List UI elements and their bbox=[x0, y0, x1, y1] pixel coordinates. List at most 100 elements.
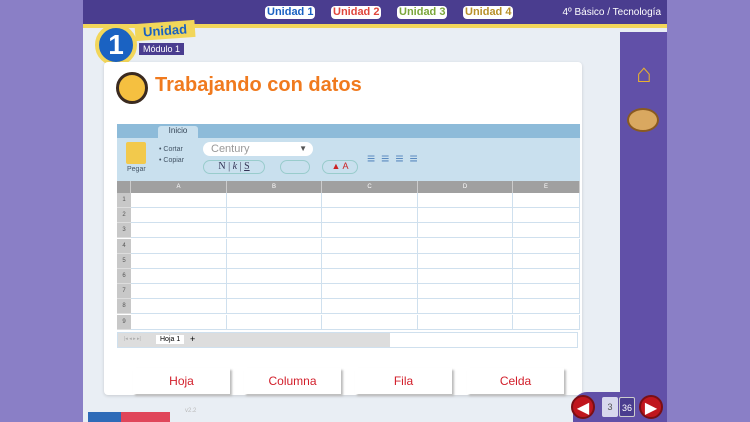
cell[interactable] bbox=[513, 299, 580, 315]
cell[interactable] bbox=[227, 299, 322, 315]
right-sidebar: ⌂ bbox=[620, 32, 667, 422]
italic-button[interactable]: k bbox=[233, 161, 237, 172]
row-header[interactable]: 6 bbox=[117, 269, 131, 284]
cell[interactable] bbox=[131, 238, 227, 254]
row-header[interactable]: 7 bbox=[117, 284, 131, 300]
cell[interactable] bbox=[227, 253, 322, 269]
app-window: Unidad 1 Unidad 2 Unidad 3 Unidad 4 4º B… bbox=[83, 0, 667, 422]
answer-celda-button[interactable]: Celda bbox=[467, 368, 564, 394]
row-header[interactable]: 2 bbox=[117, 208, 131, 224]
cell[interactable] bbox=[131, 284, 227, 300]
answer-columna-button[interactable]: Columna bbox=[244, 368, 341, 394]
cell[interactable] bbox=[131, 253, 227, 269]
unit-label: Unidad bbox=[134, 19, 196, 42]
progress-bar bbox=[88, 412, 170, 422]
cut-button[interactable]: • Cortar bbox=[159, 146, 183, 153]
column-header[interactable]: B bbox=[227, 181, 322, 193]
column-header[interactable]: A bbox=[131, 181, 227, 193]
answer-hoja-button[interactable]: Hoja bbox=[133, 368, 230, 394]
cell[interactable] bbox=[322, 238, 418, 254]
color-buttons[interactable]: ▲ A bbox=[322, 160, 358, 174]
page-title: Trabajando con datos bbox=[155, 74, 362, 96]
cell[interactable] bbox=[513, 193, 580, 208]
select-all-corner[interactable] bbox=[117, 181, 131, 193]
next-arrow-icon[interactable]: ▶ bbox=[639, 395, 663, 419]
cell[interactable] bbox=[418, 253, 513, 269]
sheet-tab-hoja1[interactable]: Hoja 1 bbox=[156, 335, 185, 344]
border-select[interactable] bbox=[280, 160, 310, 174]
column-header[interactable]: C bbox=[322, 181, 418, 193]
row-header[interactable]: 3 bbox=[117, 223, 131, 239]
text-style-group: N | k | S bbox=[203, 160, 265, 174]
cell[interactable] bbox=[131, 193, 227, 208]
cell[interactable] bbox=[131, 208, 227, 224]
paste-icon[interactable] bbox=[126, 142, 146, 164]
answer-fila-button[interactable]: Fila bbox=[355, 368, 452, 394]
align-buttons[interactable]: ≡≡≡≡ bbox=[367, 150, 424, 166]
cell[interactable] bbox=[322, 284, 418, 300]
cell[interactable] bbox=[227, 269, 322, 284]
cell[interactable] bbox=[418, 238, 513, 254]
copy-button[interactable]: • Copiar bbox=[159, 157, 184, 164]
column-header[interactable]: E bbox=[513, 181, 580, 193]
row-header[interactable]: 9 bbox=[117, 314, 131, 330]
sheet-nav-arrows[interactable]: |◂ ◂ ▸ ▸| bbox=[124, 336, 141, 342]
unit-1-link[interactable]: Unidad 1 bbox=[265, 6, 316, 19]
cell[interactable] bbox=[418, 314, 513, 330]
cell[interactable] bbox=[227, 238, 322, 254]
cell[interactable] bbox=[418, 269, 513, 284]
cell[interactable] bbox=[227, 193, 322, 208]
cell[interactable] bbox=[227, 314, 322, 330]
cell[interactable] bbox=[418, 299, 513, 315]
pagination: ◀ 3 36 ▶ bbox=[571, 392, 667, 422]
tab-inicio[interactable]: Inicio bbox=[158, 126, 198, 138]
module-label: Módulo 1 bbox=[139, 43, 185, 55]
cell[interactable] bbox=[227, 208, 322, 224]
current-page: 3 bbox=[602, 397, 618, 417]
cell[interactable] bbox=[513, 253, 580, 269]
chevron-down-icon: ▼ bbox=[299, 144, 307, 153]
cell[interactable] bbox=[513, 238, 580, 254]
cell[interactable] bbox=[131, 299, 227, 315]
row-header[interactable]: 8 bbox=[117, 299, 131, 315]
cell[interactable] bbox=[513, 284, 580, 300]
underline-button[interactable]: S bbox=[244, 161, 250, 172]
unit-2-link[interactable]: Unidad 2 bbox=[331, 6, 382, 19]
cell[interactable] bbox=[418, 284, 513, 300]
cell[interactable] bbox=[322, 269, 418, 284]
row-header[interactable]: 5 bbox=[117, 253, 131, 269]
cell[interactable] bbox=[131, 314, 227, 330]
column-header[interactable]: D bbox=[418, 181, 513, 193]
home-icon[interactable]: ⌂ bbox=[629, 58, 659, 88]
cell[interactable] bbox=[418, 193, 513, 208]
cell[interactable] bbox=[322, 314, 418, 330]
prev-arrow-icon[interactable]: ◀ bbox=[571, 395, 595, 419]
cell[interactable] bbox=[131, 269, 227, 284]
row-header[interactable]: 4 bbox=[117, 238, 131, 254]
paste-label[interactable]: Pegar bbox=[127, 166, 146, 173]
cell[interactable] bbox=[418, 223, 513, 239]
cell[interactable] bbox=[227, 223, 322, 239]
unit-4-link[interactable]: Unidad 4 bbox=[463, 6, 514, 19]
cell[interactable] bbox=[227, 284, 322, 300]
font-select[interactable]: Century ▼ bbox=[203, 142, 313, 156]
cell[interactable] bbox=[131, 223, 227, 239]
cell[interactable] bbox=[513, 208, 580, 224]
version-label: v2.2 bbox=[185, 408, 197, 414]
cell[interactable] bbox=[513, 223, 580, 239]
unit-3-link[interactable]: Unidad 3 bbox=[397, 6, 448, 19]
cell[interactable] bbox=[513, 269, 580, 284]
cell[interactable] bbox=[322, 223, 418, 239]
cell[interactable] bbox=[322, 193, 418, 208]
sheet-tabs-bar: |◂ ◂ ▸ ▸| Hoja 1 + bbox=[117, 332, 578, 348]
cell[interactable] bbox=[322, 208, 418, 224]
add-sheet-button[interactable]: + bbox=[190, 334, 195, 344]
bold-button[interactable]: N bbox=[218, 161, 225, 172]
cell[interactable] bbox=[513, 314, 580, 330]
palette-icon[interactable] bbox=[627, 108, 659, 132]
ribbon: Pegar • Cortar • Copiar Century ▼ N | k |… bbox=[117, 138, 580, 181]
row-header[interactable]: 1 bbox=[117, 193, 131, 208]
cell[interactable] bbox=[322, 253, 418, 269]
cell[interactable] bbox=[322, 299, 418, 315]
cell[interactable] bbox=[418, 208, 513, 224]
